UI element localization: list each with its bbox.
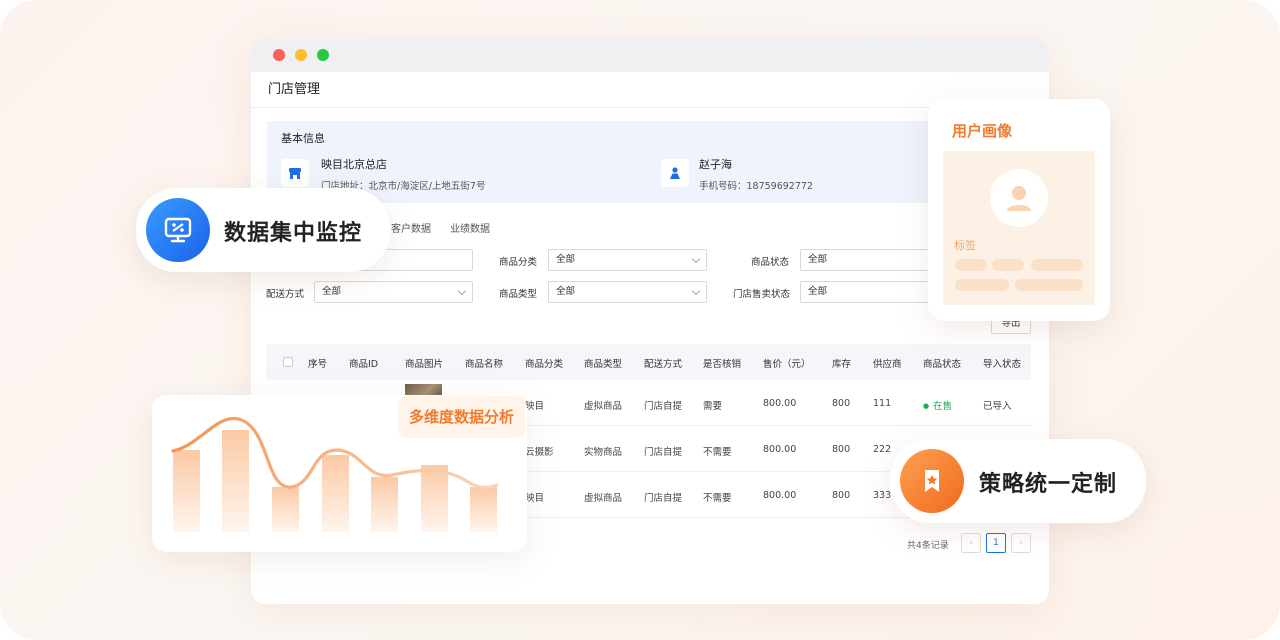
analysis-feature-badge: 多维度数据分析 — [398, 396, 525, 438]
cell-category: 映目 — [525, 493, 545, 504]
filter-sale-status-value: 全部 — [808, 286, 828, 297]
cell-supplier: 222 — [873, 444, 892, 455]
cell-delivery: 门店自提 — [644, 493, 683, 504]
monitor-icon — [146, 198, 210, 262]
chevron-down-icon — [691, 286, 701, 296]
basic-info-title: 基本信息 — [281, 132, 325, 145]
tag-placeholder — [1015, 279, 1083, 291]
col-header: 库存 — [832, 359, 852, 370]
col-header: 是否核销 — [703, 359, 742, 370]
cell-type: 虚拟商品 — [584, 493, 623, 504]
filter-category-value: 全部 — [556, 254, 576, 265]
person-icon — [661, 159, 689, 187]
col-header: 售价（元） — [763, 359, 811, 370]
monitor-feature-badge: 数据集中监控 — [136, 188, 390, 272]
filter-delivery-label: 配送方式 — [266, 289, 305, 300]
filter-delivery-select[interactable]: 全部 — [314, 281, 473, 303]
maximize-window-button[interactable] — [317, 49, 329, 61]
cell-delivery: 门店自提 — [644, 401, 683, 412]
cell-stock: 800 — [832, 398, 851, 409]
col-header: 商品名称 — [465, 359, 504, 370]
col-header: 商品ID — [349, 359, 379, 370]
filter-status-value: 全部 — [808, 254, 828, 265]
tag-label: 标签 — [954, 239, 976, 252]
table-header: 序号 商品ID 商品图片 商品名称 商品分类 商品类型 配送方式 是否核销 售价… — [266, 344, 1031, 380]
store-icon — [281, 159, 309, 187]
col-header: 序号 — [308, 359, 328, 370]
contact-name: 赵子海 — [699, 158, 732, 171]
cell-stock: 800 — [832, 444, 851, 455]
filter-type-select[interactable]: 全部 — [548, 281, 707, 303]
cell-supplier: 111 — [873, 398, 892, 409]
col-header: 配送方式 — [644, 359, 683, 370]
avatar — [990, 169, 1048, 227]
cell-category: 映目 — [525, 401, 545, 412]
col-header: 商品类型 — [584, 359, 623, 370]
cell-type: 实物商品 — [584, 447, 623, 458]
minimize-window-button[interactable] — [295, 49, 307, 61]
cell-price: 800.00 — [763, 490, 797, 501]
tag-placeholder — [955, 259, 987, 271]
tag-placeholder — [1031, 259, 1083, 271]
col-header: 导入状态 — [983, 359, 1022, 370]
cell-category: 云摄影 — [525, 447, 554, 458]
col-header: 商品分类 — [525, 359, 564, 370]
cell-verify: 需要 — [703, 401, 723, 412]
monitor-feature-label: 数据集中监控 — [224, 221, 363, 246]
window-titlebar — [251, 38, 1049, 72]
col-header: 商品状态 — [923, 359, 962, 370]
cell-type: 虚拟商品 — [584, 401, 623, 412]
basic-info-panel: 基本信息 映目北京总店 门店地址：北京市/海淀区/上地五街7号 赵子海 手机号码… — [267, 121, 1037, 203]
tab-performance-data[interactable]: 业绩数据 — [450, 220, 490, 235]
cell-price: 800.00 — [763, 398, 797, 409]
user-profile-card: 用户画像 标签 — [928, 99, 1110, 321]
user-profile-title: 用户画像 — [952, 122, 1013, 140]
user-profile-panel: 标签 — [943, 151, 1095, 305]
prev-page-button[interactable]: ‹ — [961, 533, 981, 553]
strategy-feature-badge: 策略统一定制 — [890, 439, 1146, 523]
filter-sale-status-label: 门店售卖状态 — [733, 289, 791, 300]
col-header: 供应商 — [873, 359, 902, 370]
cell-import-status: 已导入 — [983, 401, 1012, 412]
strategy-feature-label: 策略统一定制 — [979, 472, 1118, 497]
cell-stock: 800 — [832, 490, 851, 501]
filter-type-label: 商品类型 — [499, 289, 538, 300]
page-title: 门店管理 — [251, 72, 1049, 108]
filter-status-select[interactable]: 全部 — [800, 249, 940, 271]
cell-verify: 不需要 — [703, 493, 732, 504]
contact-phone: 手机号码：18759692772 — [699, 181, 813, 192]
filter-category-label: 商品分类 — [499, 257, 538, 268]
filter-type-value: 全部 — [556, 286, 576, 297]
next-page-button[interactable]: › — [1011, 533, 1031, 553]
bookmark-star-icon — [900, 449, 964, 513]
chevron-down-icon — [691, 254, 701, 264]
store-name: 映目北京总店 — [321, 158, 387, 171]
cell-delivery: 门店自提 — [644, 447, 683, 458]
pagination-total: 共4条记录 — [907, 541, 949, 551]
select-all-checkbox[interactable] — [283, 357, 293, 367]
cell-verify: 不需要 — [703, 447, 732, 458]
filter-sale-status-select[interactable]: 全部 — [800, 281, 940, 303]
tab-customer-data[interactable]: 客户数据 — [391, 220, 431, 235]
cell-supplier: 333 — [873, 490, 892, 501]
filter-delivery-value: 全部 — [322, 286, 342, 297]
cell-price: 800.00 — [763, 444, 797, 455]
status-badge: 在售 — [923, 398, 952, 412]
filter-category-select[interactable]: 全部 — [548, 249, 707, 271]
tag-placeholder — [992, 259, 1024, 271]
close-window-button[interactable] — [273, 49, 285, 61]
page-1-button[interactable]: 1 — [986, 533, 1006, 553]
chevron-down-icon — [457, 286, 467, 296]
tag-placeholder — [955, 279, 1009, 291]
filter-status-label: 商品状态 — [751, 257, 790, 268]
col-header: 商品图片 — [405, 359, 444, 370]
